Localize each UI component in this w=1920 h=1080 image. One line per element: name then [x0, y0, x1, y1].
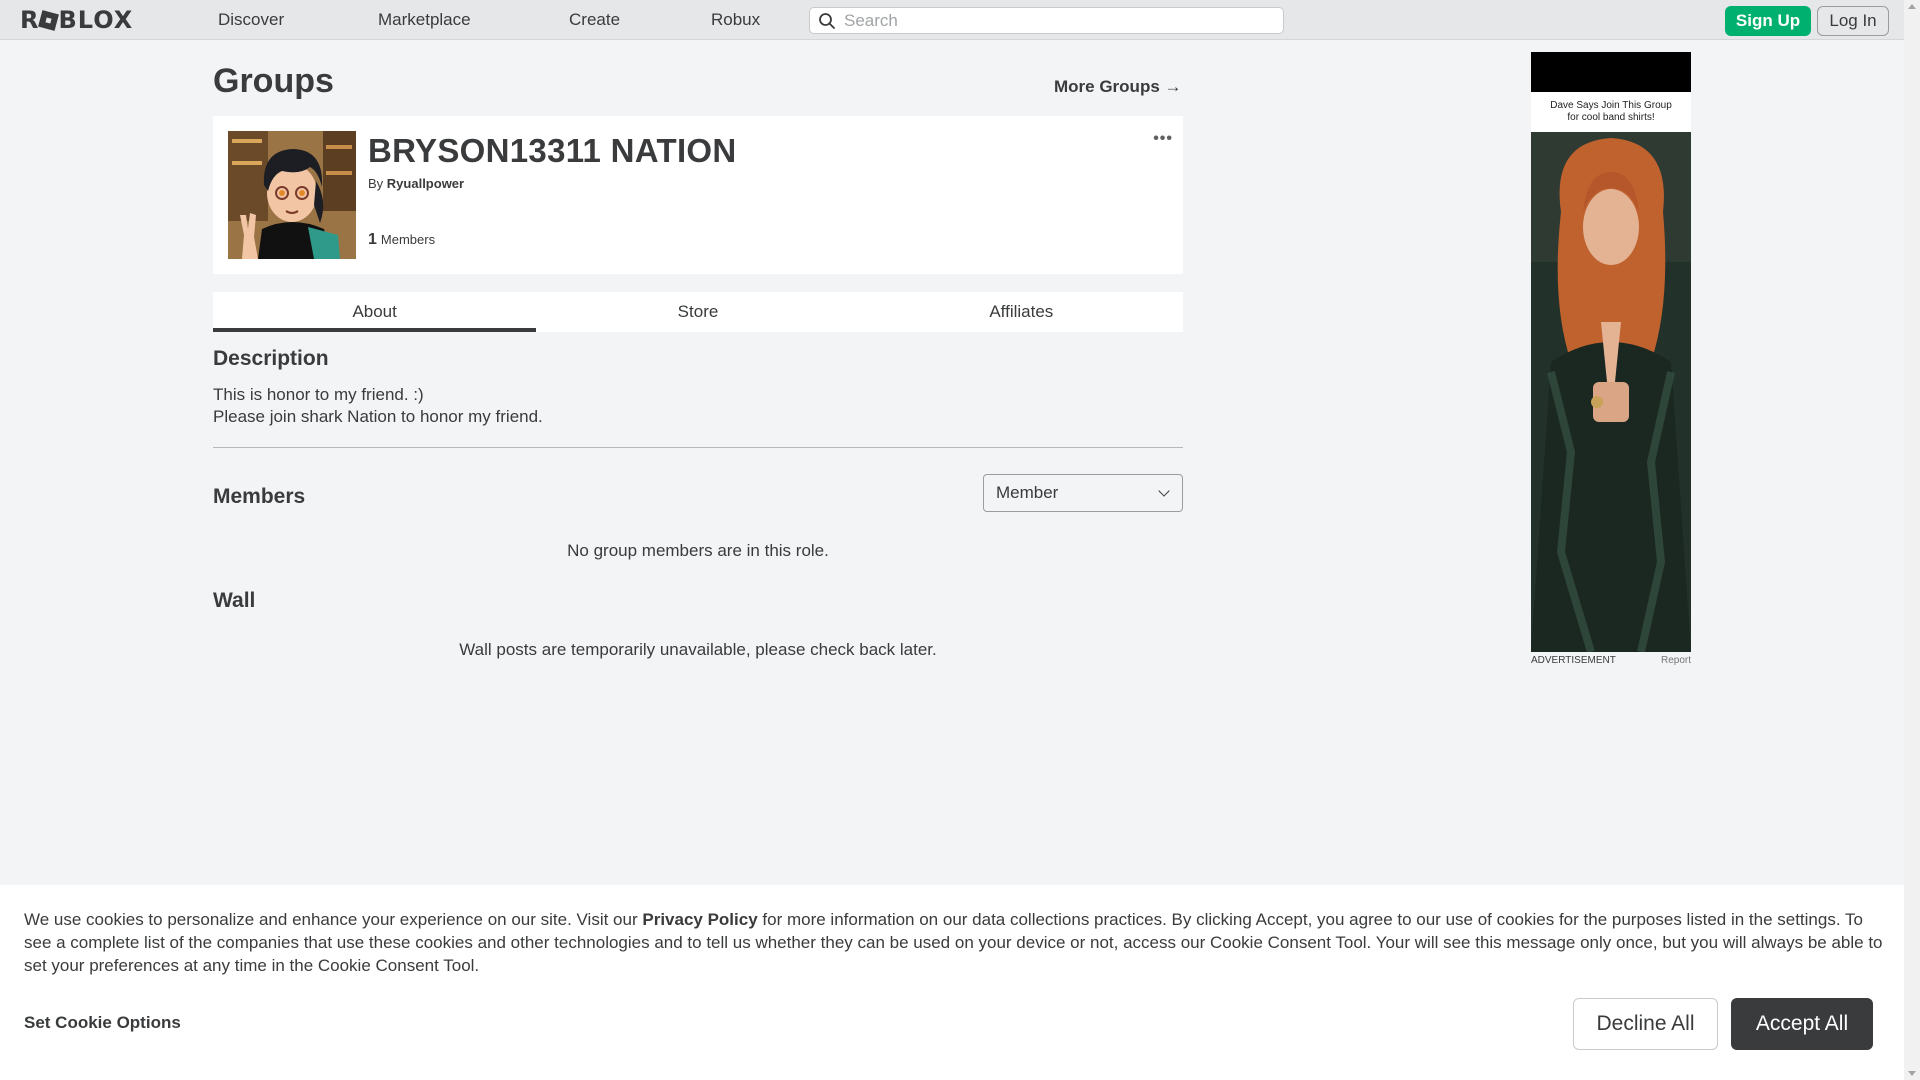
ad-footer: ADVERTISEMENT Report: [1531, 655, 1691, 666]
set-cookie-options-link[interactable]: Set Cookie Options: [24, 1013, 181, 1033]
scroll-up-icon[interactable]: [1908, 4, 1916, 9]
group-name: BRYSON13311 NATION: [368, 132, 737, 169]
sign-up-button[interactable]: Sign Up: [1725, 6, 1811, 36]
scrollbar[interactable]: [1904, 0, 1920, 1080]
ad-caption-line: for cool band shirts!: [1567, 112, 1655, 123]
privacy-policy-link[interactable]: Privacy Policy: [642, 910, 757, 929]
nav-create[interactable]: Create: [569, 10, 620, 30]
tab-store[interactable]: Store: [536, 292, 859, 332]
member-count-value: 1: [368, 231, 377, 248]
role-dropdown[interactable]: Member: [983, 474, 1183, 512]
decline-all-button[interactable]: Decline All: [1573, 998, 1718, 1050]
page-title: Groups: [213, 62, 334, 100]
ad-label: ADVERTISEMENT: [1531, 655, 1616, 666]
cookie-text-before: We use cookies to personalize and enhanc…: [24, 910, 643, 929]
log-in-button[interactable]: Log In: [1817, 6, 1889, 36]
ad-banner-top: [1531, 52, 1691, 92]
advertisement[interactable]: Dave Says Join This Group for cool band …: [1531, 52, 1691, 666]
by-label: By: [368, 176, 384, 191]
member-count: 1 Members: [368, 231, 435, 249]
members-empty-message: No group members are in this role.: [567, 541, 829, 560]
more-options-icon[interactable]: •••: [1153, 130, 1173, 148]
nav-marketplace[interactable]: Marketplace: [378, 10, 471, 30]
logo-text-r: R: [20, 6, 40, 34]
ad-caption: Dave Says Join This Group for cool band …: [1531, 92, 1691, 132]
description-line: Please join shark Nation to honor my fri…: [213, 407, 543, 426]
search-input[interactable]: [844, 10, 1274, 31]
more-groups-link[interactable]: More Groups →: [1054, 77, 1182, 97]
roblox-logo[interactable]: R BLOX: [20, 6, 133, 34]
accept-all-button[interactable]: Accept All: [1731, 998, 1873, 1050]
group-owner-line: By Ryuallpower: [368, 176, 464, 191]
tab-about[interactable]: About: [213, 292, 537, 332]
scroll-down-icon[interactable]: [1908, 1071, 1916, 1076]
description-heading: Description: [213, 347, 329, 370]
wall-heading: Wall: [213, 589, 256, 612]
member-count-label: Members: [380, 232, 436, 247]
group-emblem: [228, 131, 356, 259]
ad-photo: [1531, 132, 1691, 652]
nav-discover[interactable]: Discover: [218, 10, 284, 30]
group-header-card: BRYSON13311 NATION By Ryuallpower 1 Membe…: [213, 116, 1183, 274]
chevron-down-icon: [1158, 485, 1170, 497]
owner-link[interactable]: Ryuallpower: [387, 176, 464, 191]
cookie-banner: We use cookies to personalize and enhanc…: [0, 885, 1904, 1080]
logo-o-icon: [38, 10, 60, 31]
description-line: This is honor to my friend. :): [213, 385, 424, 404]
cookie-message: We use cookies to personalize and enhanc…: [24, 908, 1884, 977]
role-selected-value: Member: [996, 483, 1059, 502]
members-heading: Members: [213, 485, 306, 508]
section-divider: [213, 447, 1183, 448]
ad-caption-line: Dave Says Join This Group: [1550, 100, 1672, 111]
search-box[interactable]: [809, 7, 1284, 34]
logo-text-blox: BLOX: [58, 6, 134, 34]
group-description: This is honor to my friend. :) Please jo…: [213, 384, 543, 428]
nav-robux[interactable]: Robux: [711, 10, 760, 30]
group-tabs: About Store Affiliates: [213, 292, 1183, 332]
ad-image[interactable]: [1531, 132, 1691, 652]
top-nav: R BLOX Discover Marketplace Create Robux …: [0, 0, 1904, 40]
group-emblem-image: [228, 131, 356, 259]
search-icon: [819, 13, 835, 29]
ad-report-link[interactable]: Report: [1661, 655, 1691, 666]
wall-empty-message: Wall posts are temporarily unavailable, …: [459, 640, 937, 659]
tab-affiliates[interactable]: Affiliates: [860, 292, 1183, 332]
